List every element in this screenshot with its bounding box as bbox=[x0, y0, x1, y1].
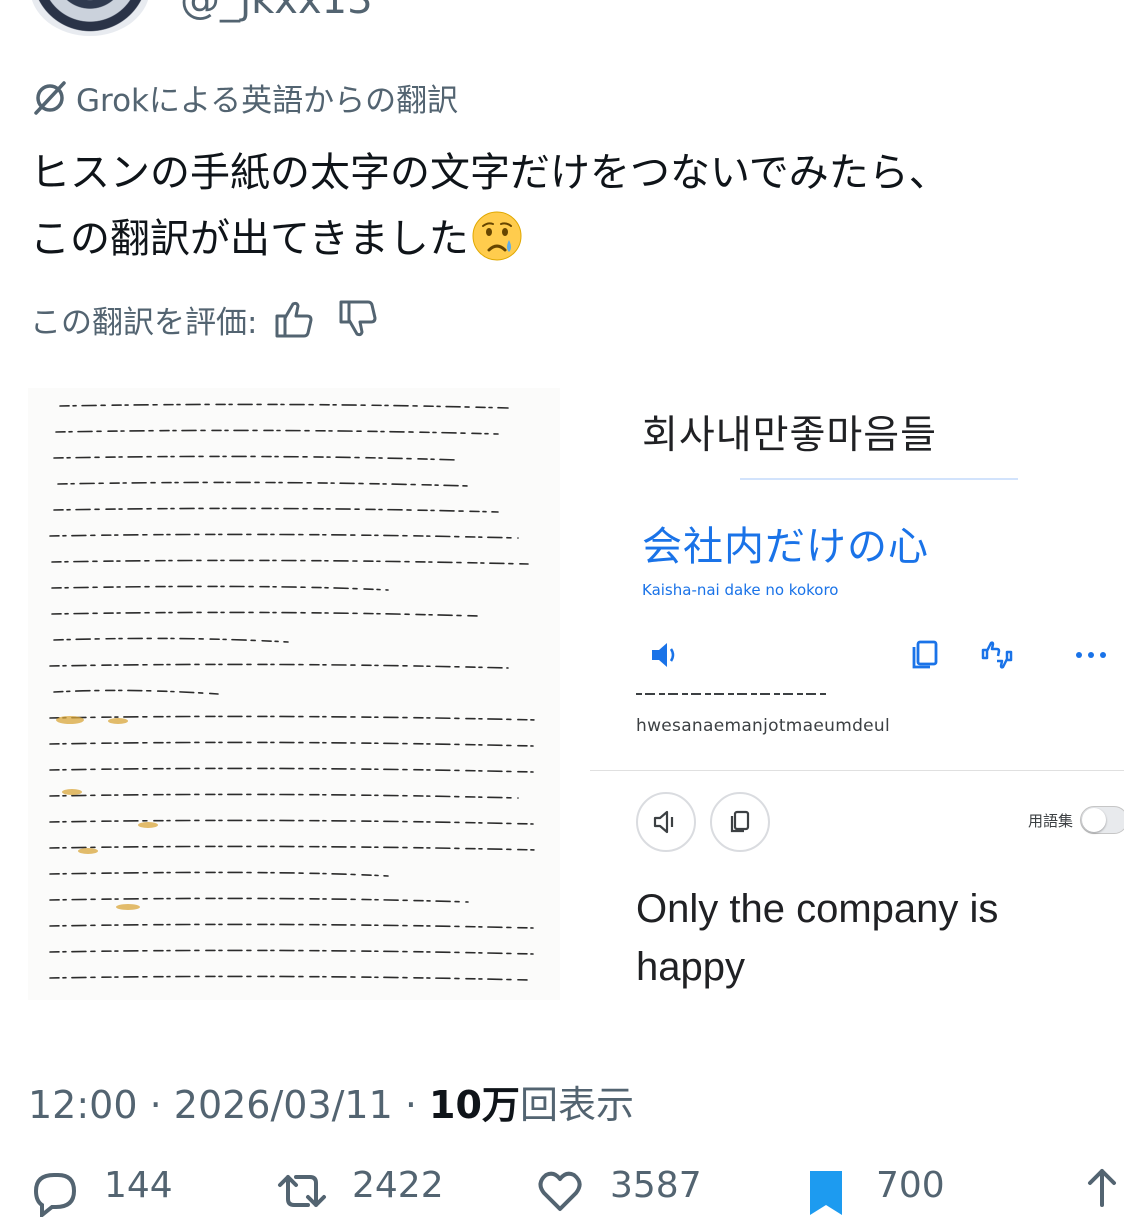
repost-icon bbox=[278, 1175, 326, 1207]
tweet-text-line-1: ヒスンの手紙の太字の文字だけをつないでみたら、 bbox=[30, 150, 949, 196]
divider bbox=[740, 478, 1018, 480]
heart-icon bbox=[538, 1171, 582, 1211]
reply-button[interactable]: 144 bbox=[28, 1165, 173, 1217]
thumbs-up-icon[interactable] bbox=[271, 296, 317, 342]
avatar[interactable] bbox=[30, 0, 150, 36]
tweet-text-line-2-text: この翻訳が出てきました bbox=[30, 216, 469, 262]
translated-romanization: Kaisha-nai dake no kokoro bbox=[642, 581, 839, 599]
source-romanization: hwesanaemanjotmaeumdeul bbox=[636, 716, 891, 736]
tweet-media[interactable]: 회사내만좋마음들 会社内だけの心 Kaisha-nai dake no koko… bbox=[28, 388, 1124, 1000]
copy-icon[interactable] bbox=[908, 638, 942, 672]
source-text: 회사내만좋마음들 bbox=[642, 413, 938, 458]
speaker-outline-icon bbox=[653, 810, 674, 834]
views-label: 回表示 bbox=[519, 1083, 634, 1127]
google-translate-screenshot: 회사내만좋마음들 会社内だけの心 Kaisha-nai dake no koko… bbox=[590, 388, 1124, 1000]
tweet-date[interactable]: 2026/03/11 bbox=[174, 1083, 393, 1127]
views-count: 10万 bbox=[429, 1083, 520, 1127]
crying-face-icon bbox=[472, 211, 522, 261]
meta-separator: · bbox=[137, 1083, 174, 1127]
tweet-time[interactable]: 12:00 bbox=[28, 1083, 138, 1127]
share-icon bbox=[1088, 1169, 1116, 1207]
cut-off-text-fragment bbox=[636, 693, 826, 695]
tweet-meta: 12:00 · 2026/03/11 · 10万回表示 bbox=[28, 1074, 634, 1129]
handwritten-letter-image bbox=[28, 388, 560, 1000]
thumbs-down-icon[interactable] bbox=[335, 296, 381, 342]
translated-text: 会社内だけの心 bbox=[642, 524, 929, 570]
translation-actions bbox=[590, 638, 1124, 678]
grok-icon bbox=[34, 81, 66, 115]
english-translation-line-2: happy bbox=[636, 945, 745, 989]
copy-button[interactable] bbox=[710, 792, 770, 852]
share-button[interactable] bbox=[1076, 1165, 1128, 1217]
tweet-actions: 144 2422 3587 700 bbox=[0, 1165, 1147, 1225]
glossary-toggle[interactable] bbox=[1080, 806, 1124, 834]
repost-button[interactable]: 2422 bbox=[276, 1165, 444, 1217]
translation-note: Grokによる英語からの翻訳 bbox=[30, 75, 458, 119]
reply-icon bbox=[33, 1173, 77, 1217]
listen-button[interactable] bbox=[636, 792, 696, 852]
tweet-text: ヒスンの手紙の太字の文字だけをつないでみたら、 この翻訳が出てきました bbox=[30, 140, 1120, 272]
rate-translation-row: この翻訳を評価: bbox=[30, 294, 381, 344]
meta-separator: · bbox=[392, 1083, 430, 1127]
speaker-icon[interactable] bbox=[648, 638, 682, 672]
tweet-text-line-2: この翻訳が出てきました bbox=[30, 206, 1120, 272]
bookmark-icon bbox=[810, 1171, 842, 1215]
bookmark-button[interactable]: 700 bbox=[800, 1165, 945, 1217]
glossary-label: 用語集 bbox=[1028, 812, 1074, 830]
rate-translation-label: この翻訳を評価: bbox=[30, 304, 258, 341]
handwritten-korean-letter-icon bbox=[28, 388, 560, 1000]
english-translation: Only the company is happy bbox=[636, 880, 1106, 996]
like-button[interactable]: 3587 bbox=[534, 1165, 702, 1217]
copy-outline-icon bbox=[730, 810, 750, 833]
separator bbox=[590, 770, 1124, 771]
more-options-icon[interactable] bbox=[1074, 638, 1108, 672]
english-translation-line-1: Only the company is bbox=[636, 887, 999, 931]
user-handle[interactable]: @_jkxx13 bbox=[180, 0, 373, 24]
translation-note-text: Grokによる英語からの翻訳 bbox=[76, 82, 459, 119]
toggle-knob bbox=[1082, 808, 1106, 832]
rate-translation-icon[interactable] bbox=[980, 638, 1014, 672]
